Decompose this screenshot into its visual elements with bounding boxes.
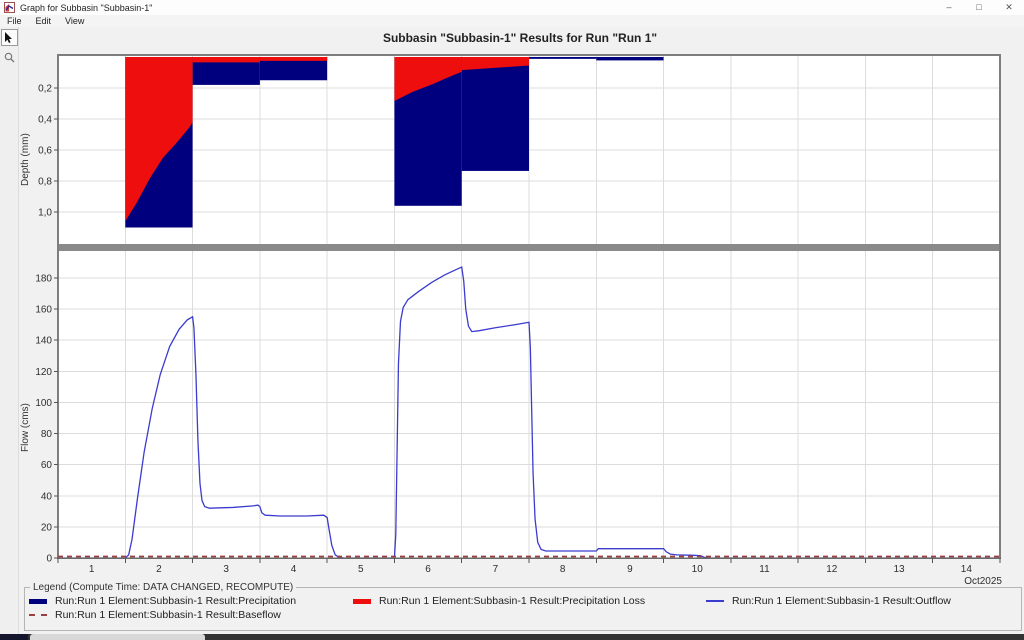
depth-tick-label: 0,4 [38, 115, 52, 126]
legend-label: Run:Run 1 Element:Subbasin-1 Result:Prec… [55, 595, 297, 607]
flow-tick-label: 80 [41, 429, 53, 440]
day-label: 13 [894, 564, 906, 575]
depth-tick-label: 0,6 [38, 146, 52, 157]
precipitation-loss-area [192, 57, 260, 63]
precipitation-bar [596, 57, 664, 61]
depth-tick-label: 0,2 [38, 84, 52, 95]
legend-title: Legend (Compute Time: DATA CHANGED, RECO… [33, 582, 294, 593]
day-label: 4 [291, 564, 297, 575]
day-label: 11 [759, 564, 770, 575]
precipitation-loss-area [259, 57, 328, 61]
day-label: 10 [692, 564, 704, 575]
depth-axis-label: Depth (mm) [20, 133, 31, 186]
legend-item-baseflow: Run:Run 1 Element:Subbasin-1 Result:Base… [29, 609, 353, 621]
flow-tick-label: 180 [35, 273, 52, 284]
legend-box: Legend (Compute Time: DATA CHANGED, RECO… [24, 582, 1022, 631]
plot-svg: 0,2 0,4 0,6 0,8 1,0 0 20 40 60 80 100 120 140 160 180 1… [35, 54, 1002, 587]
day-label: 6 [425, 564, 431, 575]
flow-tick-label: 120 [35, 367, 52, 378]
flow-axis-label: Flow (cms) [20, 403, 31, 452]
outflow-swatch-icon [706, 600, 724, 602]
depth-tick-label: 0,8 [38, 177, 52, 188]
flow-tick-label: 60 [41, 460, 53, 471]
precipitation-bar [529, 57, 597, 59]
day-label: 1 [89, 564, 95, 575]
depth-tick-label: 1,0 [38, 208, 52, 219]
legend-item-outflow: Run:Run 1 Element:Subbasin-1 Result:Outf… [706, 595, 1017, 607]
panel-divider [57, 244, 1001, 251]
legend-label: Run:Run 1 Element:Subbasin-1 Result:Base… [55, 609, 281, 621]
day-label: 8 [560, 564, 566, 575]
taskbar [0, 634, 1024, 640]
flow-tick-label: 100 [35, 398, 52, 409]
legend-item-precipitation-loss: Run:Run 1 Element:Subbasin-1 Result:Prec… [353, 595, 706, 607]
day-label: 9 [627, 564, 633, 575]
flow-tick-label: 40 [41, 491, 53, 502]
day-label: 7 [493, 564, 499, 575]
legend-item-precipitation: Run:Run 1 Element:Subbasin-1 Result:Prec… [29, 595, 353, 607]
app-window: Graph for Subbasin "Subbasin-1" – □ ✕ Fi… [0, 0, 1024, 640]
day-label: 12 [826, 564, 838, 575]
day-label: 14 [961, 564, 973, 575]
precipitation-loss-swatch-icon [353, 598, 371, 604]
legend-label: Run:Run 1 Element:Subbasin-1 Result:Outf… [732, 595, 951, 607]
flow-tick-label: 160 [35, 305, 52, 316]
taskbar-left-segment [0, 634, 28, 640]
flow-tick-label: 140 [35, 336, 52, 347]
taskbar-window-button[interactable] [30, 634, 205, 640]
day-label: 3 [223, 564, 229, 575]
chart-title: Subbasin "Subbasin-1" Results for Run "R… [382, 31, 658, 45]
precipitation-bar [461, 57, 529, 171]
day-label: 2 [156, 564, 162, 575]
legend-grid: Run:Run 1 Element:Subbasin-1 Result:Prec… [29, 594, 1017, 622]
day-label: 5 [358, 564, 364, 575]
legend-label: Run:Run 1 Element:Subbasin-1 Result:Prec… [379, 595, 646, 607]
flow-tick-label: 0 [46, 554, 52, 565]
baseflow-swatch-icon [29, 614, 47, 616]
precipitation-swatch-icon [29, 598, 47, 604]
flow-tick-label: 20 [41, 522, 53, 533]
